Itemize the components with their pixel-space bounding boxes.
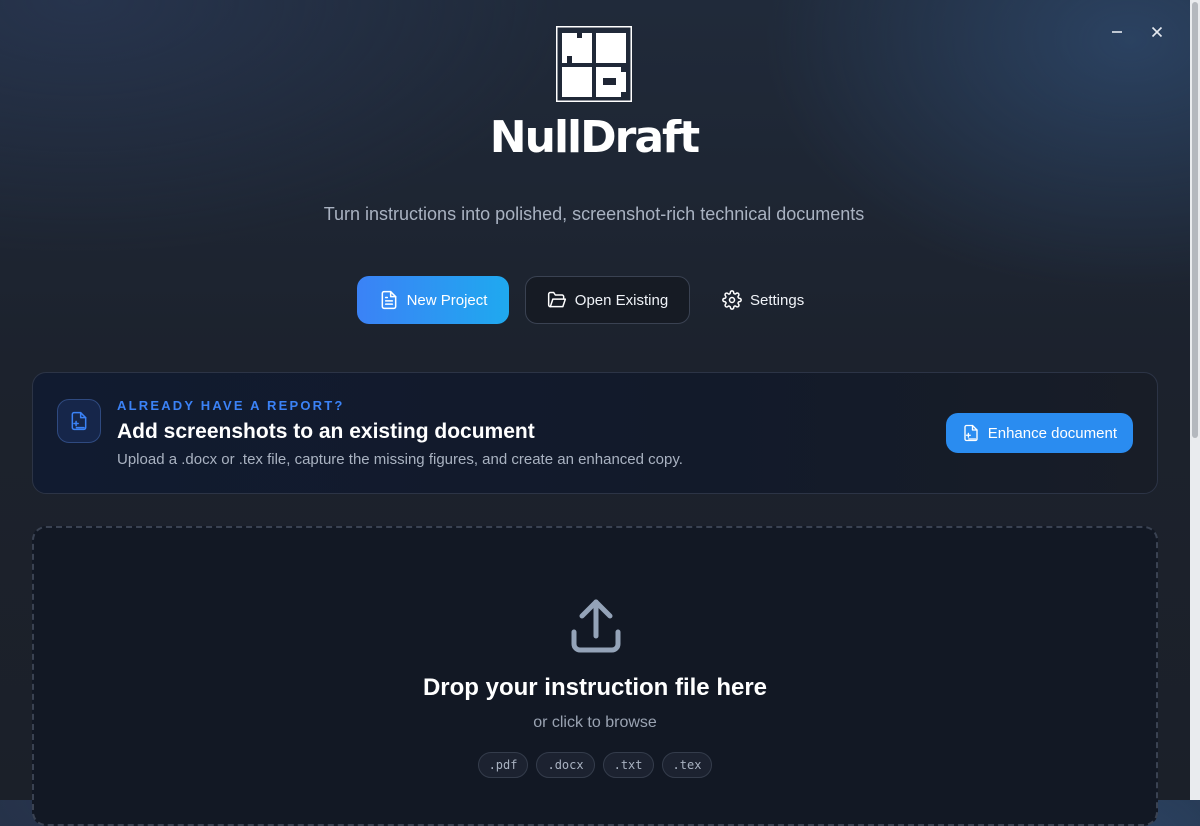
settings-label: Settings	[750, 291, 805, 309]
minimize-button[interactable]	[1104, 20, 1130, 44]
format-chip-tex: .tex	[661, 752, 713, 778]
folder-open-icon	[547, 291, 566, 308]
format-chip-pdf: .pdf	[477, 752, 529, 778]
file-dropzone[interactable]: Drop your instruction file here or click…	[32, 526, 1158, 826]
new-project-button[interactable]: New Project	[357, 276, 509, 324]
minus-icon	[1112, 31, 1122, 33]
window-controls	[1104, 20, 1170, 44]
close-button[interactable]	[1144, 20, 1170, 44]
enhance-banner: ALREADY HAVE A REPORT? Add screenshots t…	[32, 372, 1158, 494]
brand-wordmark: NullDraft	[489, 112, 700, 163]
primary-actions: New Project Open Existing Settings	[357, 276, 820, 324]
format-chip-docx: .docx	[536, 752, 595, 778]
logo-mark	[556, 26, 632, 102]
upload-icon	[571, 599, 621, 653]
banner-title: Add screenshots to an existing document	[117, 420, 535, 443]
dropzone-title: Drop your instruction file here	[422, 674, 768, 701]
file-text-icon	[381, 290, 396, 310]
format-chips: .pdf .docx .txt .tex	[34, 752, 1156, 778]
banner-description: Upload a .docx or .tex file, capture the…	[117, 451, 683, 468]
dropzone-subtitle: or click to browse	[533, 714, 657, 731]
open-existing-button[interactable]: Open Existing	[525, 276, 690, 324]
enhance-document-button[interactable]: Enhance document	[945, 413, 1133, 453]
tagline: Turn instructions into polished, screens…	[323, 204, 865, 224]
gear-icon	[722, 290, 742, 310]
scrollbar-track[interactable]	[1190, 0, 1200, 800]
close-icon	[1151, 26, 1163, 38]
new-project-label: New Project	[406, 291, 488, 309]
settings-button[interactable]: Settings	[706, 276, 820, 324]
banner-eyebrow: ALREADY HAVE A REPORT?	[117, 398, 345, 413]
file-plus-icon	[71, 411, 87, 431]
file-plus-icon	[964, 424, 978, 442]
banner-icon-box	[57, 399, 101, 443]
scrollbar-thumb[interactable]	[1192, 2, 1198, 438]
enhance-document-label: Enhance document	[987, 424, 1117, 442]
format-chip-txt: .txt	[602, 752, 654, 778]
open-existing-label: Open Existing	[574, 291, 669, 309]
